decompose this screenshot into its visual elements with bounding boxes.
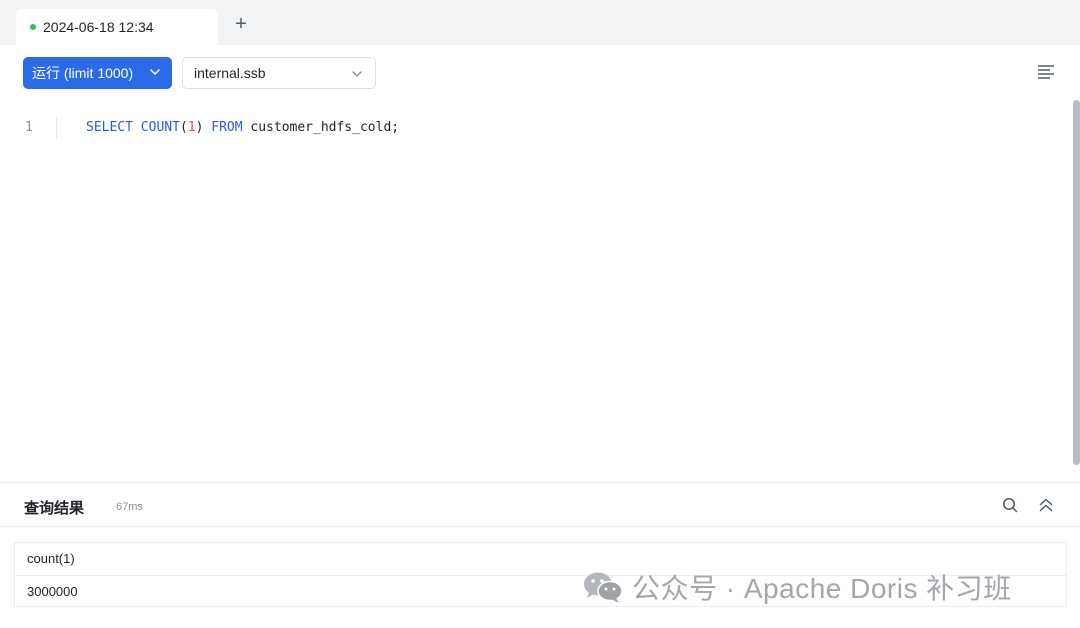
results-header: 查询结果 67ms	[0, 482, 1080, 527]
tab-bar: 2024-06-18 12:34 +	[0, 0, 1080, 45]
watermark: 公众号 · Apache Doris 补习班	[582, 567, 1012, 607]
editor-scrollbar[interactable]	[1073, 100, 1080, 465]
chevron-down-icon	[352, 71, 362, 77]
status-dot-icon	[30, 24, 36, 30]
format-menu-icon[interactable]	[1037, 64, 1055, 80]
run-button[interactable]: 运行 (limit 1000)	[23, 57, 172, 89]
tab-query[interactable]: 2024-06-18 12:34	[16, 9, 218, 45]
add-tab-icon[interactable]: +	[231, 14, 251, 34]
run-button-label: 运行 (limit 1000)	[32, 65, 134, 81]
sql-editor[interactable]: 1 SELECT COUNT(1) FROM customer_hdfs_col…	[0, 100, 1080, 482]
gutter-divider	[56, 117, 57, 139]
number-literal: 1	[187, 120, 196, 135]
tab-label: 2024-06-18 12:34	[43, 19, 154, 35]
keyword-count: COUNT	[140, 120, 180, 135]
code-line[interactable]: SELECT COUNT(1) FROM customer_hdfs_cold;	[86, 120, 399, 135]
database-select-value: internal.ssb	[194, 65, 266, 81]
double-chevron-up-icon[interactable]	[1038, 497, 1054, 513]
table-identifier: customer_hdfs_cold;	[242, 120, 400, 135]
paren-close: )	[195, 120, 204, 135]
results-title: 查询结果	[24, 500, 85, 517]
chevron-down-icon[interactable]	[149, 66, 161, 78]
database-select[interactable]: internal.ssb	[182, 57, 376, 89]
keyword-select: SELECT	[86, 120, 133, 135]
search-icon[interactable]	[1002, 497, 1018, 513]
paren-open: (	[179, 120, 188, 135]
keyword-from: FROM	[211, 120, 243, 135]
query-duration: 67ms	[116, 501, 143, 513]
wechat-logo-icon	[584, 572, 623, 603]
watermark-text: 公众号 · Apache Doris 补习班	[632, 573, 1012, 604]
line-number: 1	[25, 120, 33, 135]
